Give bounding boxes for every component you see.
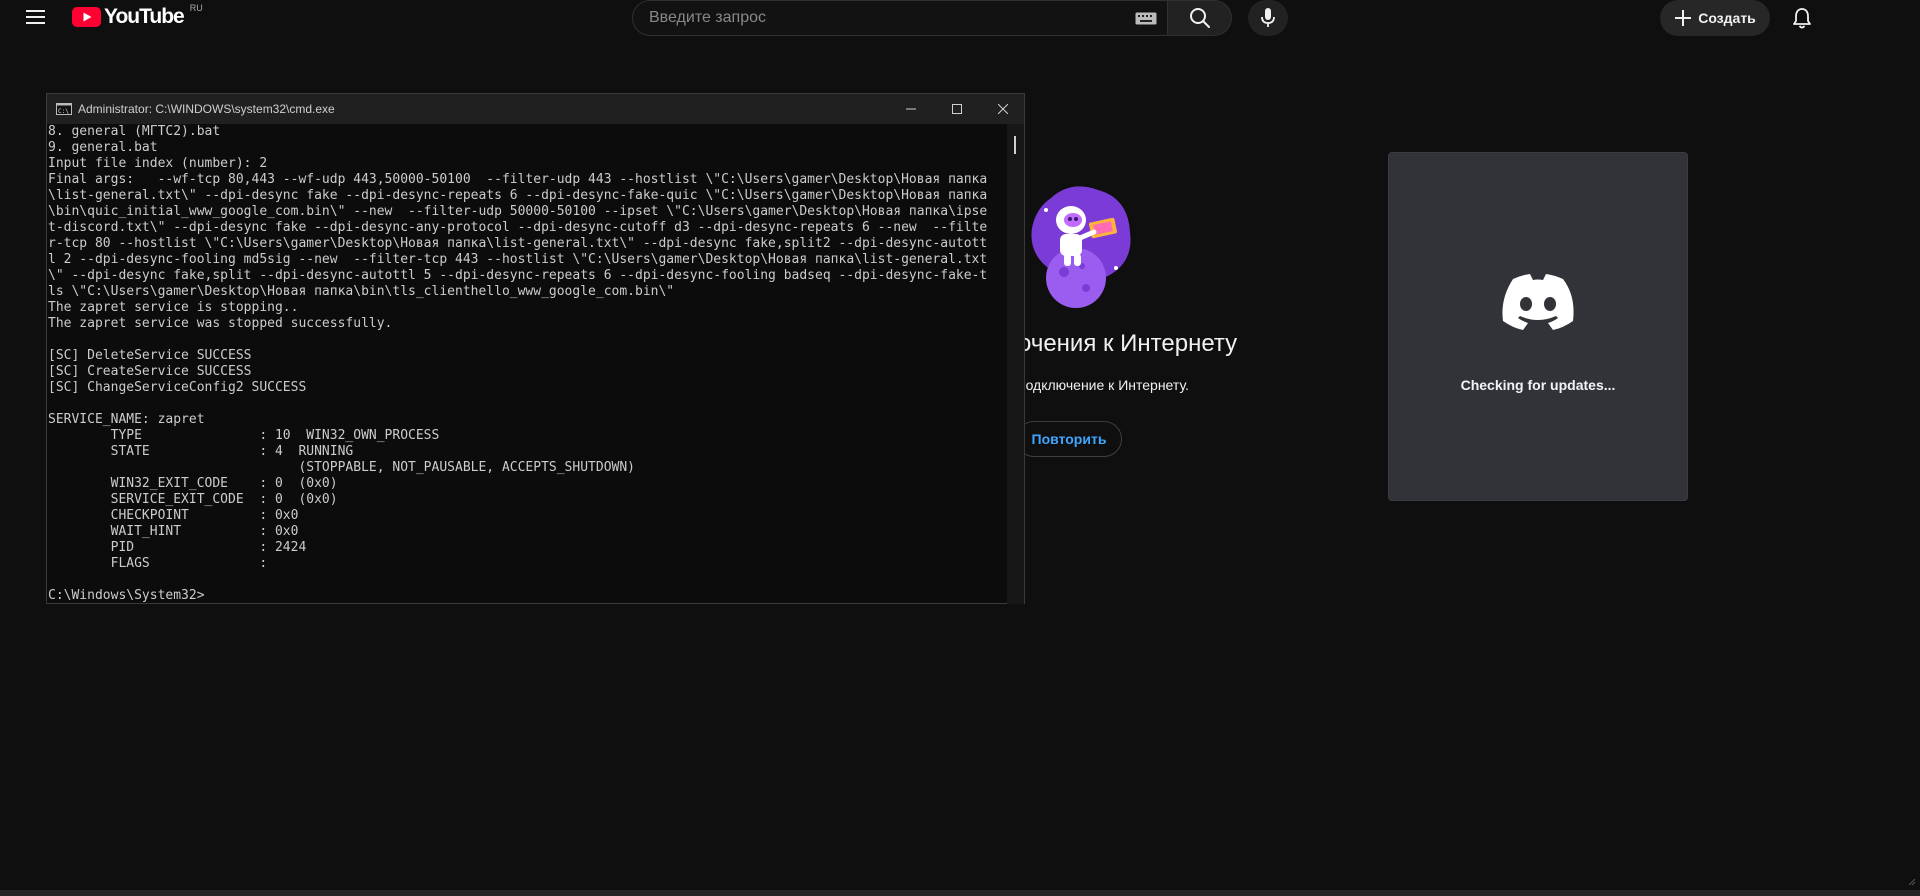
console-line: FLAGS : <box>48 556 268 571</box>
offline-message: подключение к Интернету. <box>1018 377 1189 393</box>
console-line: Input file index (number): 2 <box>48 156 268 171</box>
search-button[interactable] <box>1168 0 1232 36</box>
console-output[interactable]: 8. general (МГТС2).bat 9. general.bat Inpu… <box>47 124 1007 604</box>
minimize-button[interactable] <box>888 94 934 124</box>
cmd-window: C:\ Administrator: C:\WINDOWS\system32\c… <box>46 93 1025 604</box>
youtube-logo[interactable]: YouTube RU <box>72 3 203 30</box>
console-line: \bin\quic_initial_www_google_com.bin\" -… <box>48 204 988 219</box>
console-line: TYPE : 10 WIN32_OWN_PROCESS <box>48 428 440 443</box>
region-code: RU <box>189 3 203 13</box>
update-status-text: Checking for updates... <box>1460 377 1616 393</box>
console-line: [SC] ChangeServiceConfig2 SUCCESS <box>48 380 307 395</box>
maximize-button[interactable] <box>934 94 980 124</box>
keyboard-icon[interactable] <box>1135 12 1157 25</box>
youtube-header: YouTube RU Создать <box>0 0 1920 36</box>
create-button-label: Создать <box>1698 10 1756 26</box>
maximize-icon <box>952 104 962 114</box>
console-line: STATE : 4 RUNNING <box>48 444 354 459</box>
console-line: 9. general.bat <box>48 140 158 155</box>
console-line: [SC] DeleteService SUCCESS <box>48 348 252 363</box>
cmd-window-title: Administrator: C:\WINDOWS\system32\cmd.e… <box>78 102 335 116</box>
console-line: SERVICE_EXIT_CODE : 0 (0x0) <box>48 492 338 507</box>
microphone-icon <box>1261 8 1275 27</box>
svg-text:C:\: C:\ <box>58 108 69 115</box>
voice-search-button[interactable] <box>1248 0 1288 36</box>
retry-button[interactable]: Повторить <box>1016 421 1122 457</box>
console-line: t-discord.txt\" --dpi-desync fake --dpi-… <box>48 220 988 235</box>
console-line: CHECKPOINT : 0x0 <box>48 508 299 523</box>
console-line: \" --dpi-desync fake,split --dpi-desync-… <box>48 268 988 283</box>
console-line: The zapret service was stopped successfu… <box>48 316 393 331</box>
close-icon <box>998 104 1008 114</box>
search-icon <box>1189 8 1210 28</box>
console-line: (STOPPABLE, NOT_PAUSABLE, ACCEPTS_SHUTDO… <box>48 460 635 475</box>
console-line: SERVICE_NAME: zapret <box>48 412 205 427</box>
discord-logo-icon <box>1502 274 1574 330</box>
hamburger-icon[interactable] <box>24 8 48 28</box>
console-line: C:\Windows\System32> <box>48 588 205 603</box>
offline-title: очения к Интернету <box>1018 330 1238 357</box>
notifications-button[interactable] <box>1786 2 1818 34</box>
console-line: The zapret service is stopping.. <box>48 300 299 315</box>
console-line: WIN32_EXIT_CODE : 0 (0x0) <box>48 476 338 491</box>
bottom-strip <box>0 890 1920 896</box>
discord-updater-window: Checking for updates... <box>1388 152 1688 501</box>
plus-icon <box>1675 10 1692 26</box>
console-line: \list-general.txt\" --dpi-desync fake --… <box>48 188 988 203</box>
cmd-titlebar[interactable]: C:\ Administrator: C:\WINDOWS\system32\c… <box>47 94 1024 124</box>
search-input[interactable] <box>633 2 1135 34</box>
create-button[interactable]: Создать <box>1660 0 1770 36</box>
scrollbar-thumb[interactable] <box>1014 136 1016 154</box>
youtube-logo-text: YouTube <box>104 5 185 28</box>
minimize-icon <box>906 108 916 110</box>
console-scrollbar[interactable] <box>1007 124 1024 604</box>
console-line: WAIT_HINT : 0x0 <box>48 524 299 539</box>
resize-grip-icon[interactable] <box>1906 876 1916 886</box>
console-line: r-tcp 80 --hostlist \"C:\Users\gamer\Des… <box>48 236 988 251</box>
bell-icon <box>1793 8 1811 29</box>
console-line: Final args: --wf-tcp 80,443 --wf-udp 443… <box>48 172 988 187</box>
close-button[interactable] <box>980 94 1026 124</box>
cmd-app-icon: C:\ <box>56 103 72 115</box>
console-line: l 2 --dpi-desync-fooling md5sig --new --… <box>48 252 988 267</box>
search-box <box>632 0 1168 36</box>
console-line: PID : 2424 <box>48 540 307 555</box>
console-line: ls \"C:\Users\gamer\Desktop\Новая папка\… <box>48 284 675 299</box>
astronaut-illustration <box>1031 186 1131 308</box>
youtube-play-icon <box>72 7 101 27</box>
console-line: 8. general (МГТС2).bat <box>48 124 221 139</box>
console-line: [SC] CreateService SUCCESS <box>48 364 252 379</box>
